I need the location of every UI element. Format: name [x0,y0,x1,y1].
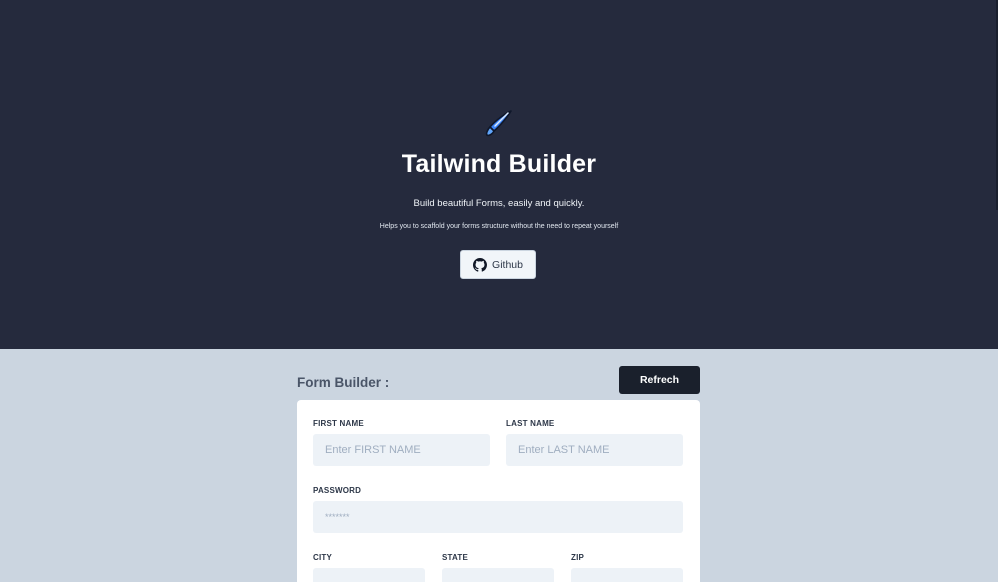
github-button-label: Github [492,258,523,271]
refresh-button[interactable]: Refrech [619,366,700,394]
hero-section: Tailwind Builder Build beautiful Forms, … [0,0,998,349]
city-label: CITY [313,553,333,562]
state-field[interactable] [442,568,554,582]
hero-tagline: Helps you to scaffold your forms structu… [379,223,619,230]
password-label: PASSWORD [313,486,362,495]
last-name-label: LAST NAME [506,419,555,428]
last-name-field[interactable] [506,434,683,466]
zip-field[interactable] [571,568,683,582]
form-builder-heading: Form Builder : [297,375,390,390]
github-icon [473,257,488,272]
city-field[interactable] [313,568,425,582]
github-button[interactable]: Github [460,250,536,279]
state-label: STATE [442,553,469,562]
password-field[interactable] [313,501,683,533]
comet-icon [485,110,512,137]
hero-subtitle: Build beautiful Forms, easily and quickl… [413,198,585,209]
zip-label: ZIP [571,553,585,562]
form-card: FIRST NAME LAST NAME PASSWORD CITY STATE… [297,400,700,582]
first-name-field[interactable] [313,434,490,466]
first-name-label: FIRST NAME [313,419,364,428]
page-title: Tailwind Builder [401,150,597,178]
